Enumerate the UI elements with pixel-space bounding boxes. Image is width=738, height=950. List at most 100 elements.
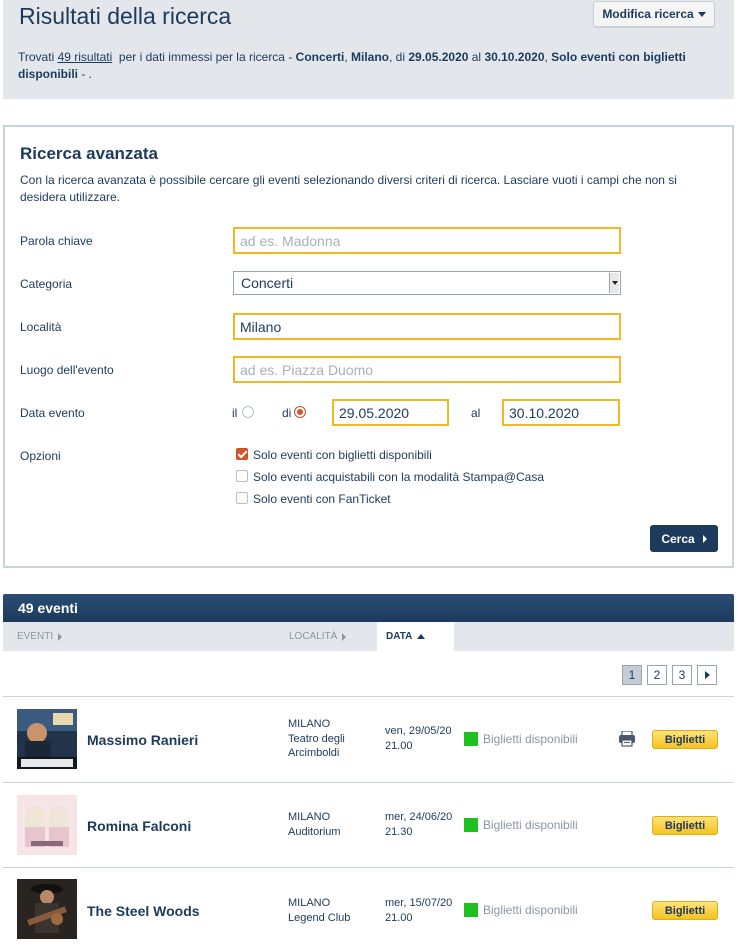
event-date: ven, 29/05/20 21.00 [385,724,452,753]
events-count-bar: 49 eventi [3,594,734,622]
caret-right-icon [342,632,347,641]
tickets-button[interactable]: Biglietti [652,816,718,835]
search-button[interactable]: Cerca [650,525,718,552]
summary-sep: al [468,50,485,64]
page-3[interactable]: 3 [672,665,692,685]
event-city: MILANO [288,811,331,823]
event-location: MILANO Auditorium [288,810,341,839]
page-title: Risultati della ricerca [19,3,232,29]
summary-middle: per i dati immessi per la ricerca - [112,50,296,64]
search-button-label: Cerca [661,531,695,546]
advanced-search-title: Ricerca avanzata [20,144,158,163]
results-summary-text: Trovati 49 risultati per i dati immessi … [18,49,708,83]
summary-suffix: - . [78,67,92,81]
event-thumbnail-image[interactable] [17,709,77,769]
category-selected-value: Concerti [241,275,294,291]
date-on-label: il [232,406,238,420]
event-date: mer, 24/06/20 21.30 [385,810,452,839]
event-date-time: 21.30 [385,825,413,838]
event-city: MILANO [288,897,331,909]
date-range-radio[interactable] [294,406,306,418]
keyword-label: Parola chiave [20,234,93,248]
event-title[interactable]: Romina Falconi [87,818,191,834]
category-select[interactable]: Concerti [233,271,621,295]
event-venue-line: Arcimboldi [288,747,340,759]
event-thumbnail-image[interactable] [17,795,77,855]
date-from-label: di [282,406,292,420]
modify-search-label: Modifica ricerca [602,7,694,21]
event-date-day: mer, 24/06/20 [385,811,453,823]
event-date: mer, 15/07/20 21.00 [385,896,452,925]
modify-search-button[interactable]: Modifica ricerca [593,1,715,27]
availability-status: Biglietti disponibili [464,732,578,746]
availability-indicator-icon [464,903,478,917]
chevron-down-icon [697,11,706,17]
option-fanticket-checkbox[interactable] [236,492,248,504]
event-title[interactable]: Massimo Ranieri [87,732,198,748]
event-thumbnail-image[interactable] [17,879,77,939]
keyword-input[interactable]: ad es. Madonna [233,227,621,254]
event-venue-line: Auditorium [288,825,341,838]
venue-input[interactable]: ad es. Piazza Duomo [233,356,621,383]
option-available-checkbox[interactable] [236,448,248,460]
venue-label: Luogo dell'evento [20,363,114,377]
sort-events[interactable]: EVENTI [17,622,63,651]
page-1[interactable]: 1 [622,665,642,685]
date-to-input[interactable]: 30.10.2020 [502,399,620,426]
availability-indicator-icon [464,732,478,746]
tickets-button[interactable]: Biglietti [652,901,718,920]
date-from-input[interactable]: 29.05.2020 [332,399,449,426]
event-location: MILANO Legend Club [288,896,350,925]
date-label: Data evento [20,406,85,420]
sort-date[interactable]: DATA [377,622,454,651]
option-available-label: Solo eventi con biglietti disponibili [253,448,432,462]
event-venue-line: Legend Club [288,911,351,924]
option-print-at-home-label: Solo eventi acquistabili con la modalità… [253,470,545,484]
date-to-label: al [471,406,481,420]
event-location: MILANO Teatro degli Arcimboldi [288,717,345,761]
event-row: The Steel Woods MILANO Legend Club mer, … [3,867,734,950]
caret-right-icon [58,632,63,641]
availability-status: Biglietti disponibili [464,818,578,832]
sort-location[interactable]: LOCALITÀ [289,622,347,651]
event-date-time: 21.00 [385,911,413,924]
event-row: Massimo Ranieri MILANO Teatro degli Arci… [3,696,734,781]
summary-sep: , [344,50,352,64]
date-on-radio[interactable] [242,406,254,418]
availability-label: Biglietti disponibili [483,732,578,746]
tickets-button[interactable]: Biglietti [652,730,718,749]
event-date-day: mer, 15/07/20 [385,897,453,909]
availability-label: Biglietti disponibili [483,903,578,917]
events-count-label: 49 eventi [18,600,78,616]
option-fanticket-label: Solo eventi con FanTicket [253,492,391,506]
sort-date-label: DATA [386,631,413,642]
summary-date-from: 29.05.2020 [408,50,469,64]
options-label: Opzioni [20,449,61,463]
city-input[interactable]: Milano [233,313,621,340]
summary-prefix: Trovati [18,50,58,64]
availability-status: Biglietti disponibili [464,903,578,917]
sort-bar: EVENTI LOCALITÀ DATA [3,622,734,651]
advanced-search-intro: Con la ricerca avanzata è possibile cerc… [20,173,677,204]
category-label: Categoria [20,277,73,291]
chevron-right-icon [704,671,710,679]
summary-category: Concerti [295,50,345,64]
sort-location-label: LOCALITÀ [289,631,338,642]
event-title[interactable]: The Steel Woods [87,903,200,919]
chevron-right-icon [702,534,707,543]
caret-up-icon [417,634,426,639]
page-2[interactable]: 2 [647,665,667,685]
sort-events-label: EVENTI [17,631,54,642]
next-page-button[interactable] [697,665,717,685]
dropdown-arrow-icon[interactable] [609,273,619,293]
results-count-link[interactable]: 49 risultati [58,50,113,64]
results-summary-panel: Risultati della ricerca Modifica ricerca… [3,0,734,99]
advanced-search-panel: Ricerca avanzata Con la ricerca avanzata… [3,125,734,568]
availability-indicator-icon [464,818,478,832]
summary-sep: , di [389,50,409,64]
summary-date-to: 30.10.2020 [484,50,545,64]
city-label: Località [20,320,62,334]
option-print-at-home-checkbox[interactable] [236,470,248,482]
event-date-time: 21.00 [385,739,413,752]
event-row: Romina Falconi MILANO Auditorium mer, 24… [3,782,734,867]
